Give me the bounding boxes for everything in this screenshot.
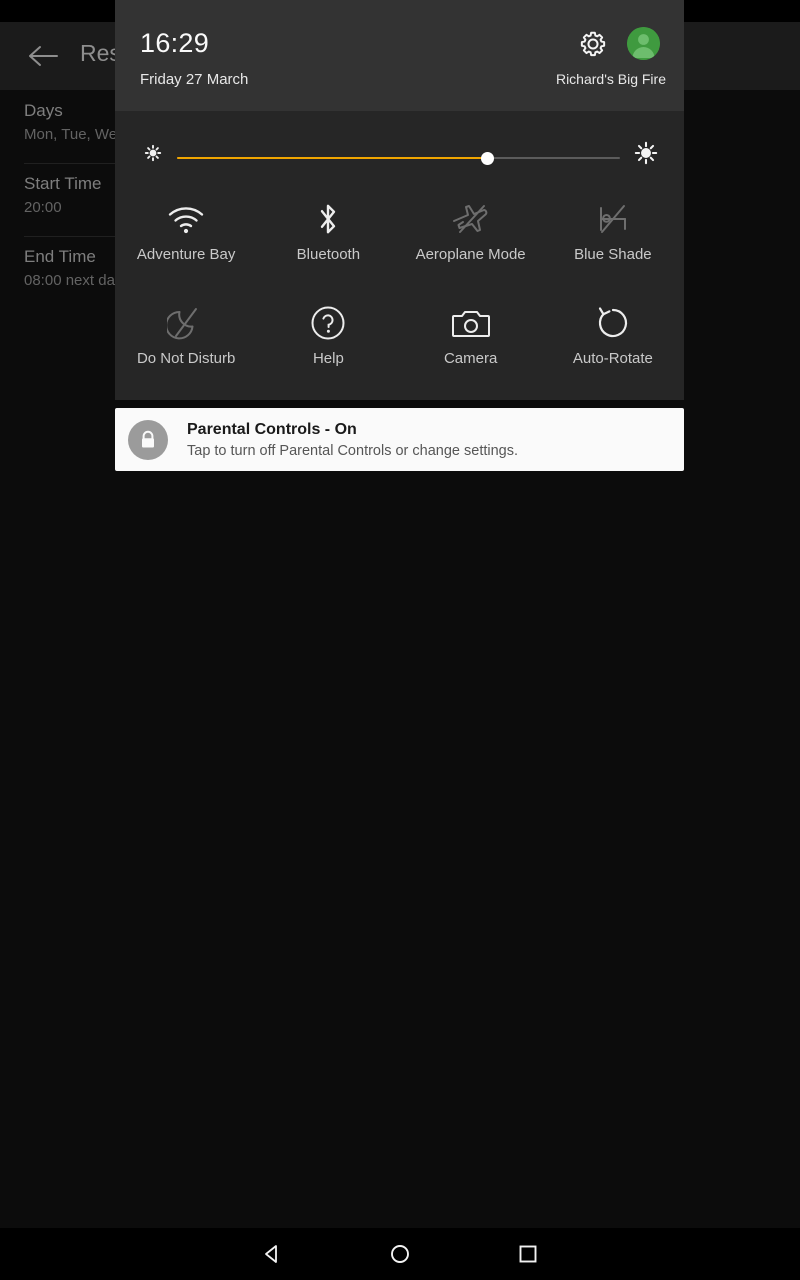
brightness-slider-thumb[interactable] bbox=[481, 152, 494, 165]
wifi-icon bbox=[167, 198, 205, 240]
nav-home-icon[interactable] bbox=[336, 1228, 464, 1280]
gear-icon[interactable] bbox=[579, 30, 607, 58]
bluetooth-icon bbox=[313, 198, 343, 240]
blue-shade-off-icon bbox=[593, 198, 633, 240]
navigation-bar bbox=[0, 1228, 800, 1280]
tile-label: Auto-Rotate bbox=[572, 350, 653, 367]
nav-back-icon[interactable] bbox=[208, 1228, 336, 1280]
tile-row: Do Not Disturb Help Camera Auto-Rotate bbox=[115, 294, 684, 398]
do-not-disturb-off-icon bbox=[167, 302, 205, 344]
notification-parental-controls[interactable]: Parental Controls - On Tap to turn off P… bbox=[115, 408, 684, 471]
device-name-label: Richard's Big Fire bbox=[555, 71, 666, 87]
tile-label: Adventure Bay bbox=[136, 246, 236, 263]
avatar-icon[interactable] bbox=[627, 27, 660, 60]
tile-aeroplane-mode[interactable]: Aeroplane Mode bbox=[400, 190, 542, 294]
tile-row: Adventure Bay Bluetooth Aeroplane Mode B… bbox=[115, 190, 684, 294]
tile-label: Blue Shade bbox=[574, 246, 652, 263]
tile-camera[interactable]: Camera bbox=[400, 294, 542, 398]
brightness-row bbox=[115, 111, 684, 195]
tile-do-not-disturb[interactable]: Do Not Disturb bbox=[115, 294, 257, 398]
auto-rotate-icon bbox=[595, 302, 631, 344]
tile-label: Bluetooth bbox=[296, 246, 361, 263]
brightness-slider[interactable] bbox=[177, 152, 620, 165]
notification-subtitle: Tap to turn off Parental Controls or cha… bbox=[187, 442, 519, 459]
tile-blue-shade[interactable]: Blue Shade bbox=[542, 190, 684, 294]
quick-settings-header: 16:29 Friday 27 March Richard's Big Fire bbox=[115, 0, 684, 111]
notification-title: Parental Controls - On bbox=[187, 420, 357, 438]
tile-label: Camera bbox=[443, 350, 498, 367]
tile-bluetooth[interactable]: Bluetooth bbox=[257, 190, 399, 294]
brightness-high-icon bbox=[633, 140, 659, 166]
device-screen: Res Days Mon, Tue, Wed Start Time 20:00 … bbox=[0, 0, 800, 1280]
brightness-low-icon bbox=[141, 141, 165, 165]
help-icon bbox=[310, 302, 346, 344]
aeroplane-mode-off-icon bbox=[450, 198, 492, 240]
tile-auto-rotate[interactable]: Auto-Rotate bbox=[542, 294, 684, 398]
tile-label: Do Not Disturb bbox=[136, 350, 236, 367]
nav-recents-icon[interactable] bbox=[464, 1228, 592, 1280]
quick-settings-tiles: Adventure Bay Bluetooth Aeroplane Mode B… bbox=[115, 190, 684, 398]
tile-help[interactable]: Help bbox=[257, 294, 399, 398]
lock-icon bbox=[128, 419, 168, 460]
camera-icon bbox=[451, 302, 491, 344]
back-arrow-icon[interactable] bbox=[28, 42, 60, 70]
clock-time: 16:29 bbox=[140, 28, 210, 58]
notification-text: Parental Controls - On Tap to turn off P… bbox=[187, 419, 518, 461]
tile-adventure-bay[interactable]: Adventure Bay bbox=[115, 190, 257, 294]
tile-label: Help bbox=[312, 350, 344, 367]
tile-label: Aeroplane Mode bbox=[415, 246, 526, 263]
brightness-slider-fill bbox=[177, 157, 488, 159]
clock-date: Friday 27 March bbox=[140, 71, 249, 88]
quick-settings-panel: 16:29 Friday 27 March Richard's Big Fire bbox=[115, 0, 684, 400]
